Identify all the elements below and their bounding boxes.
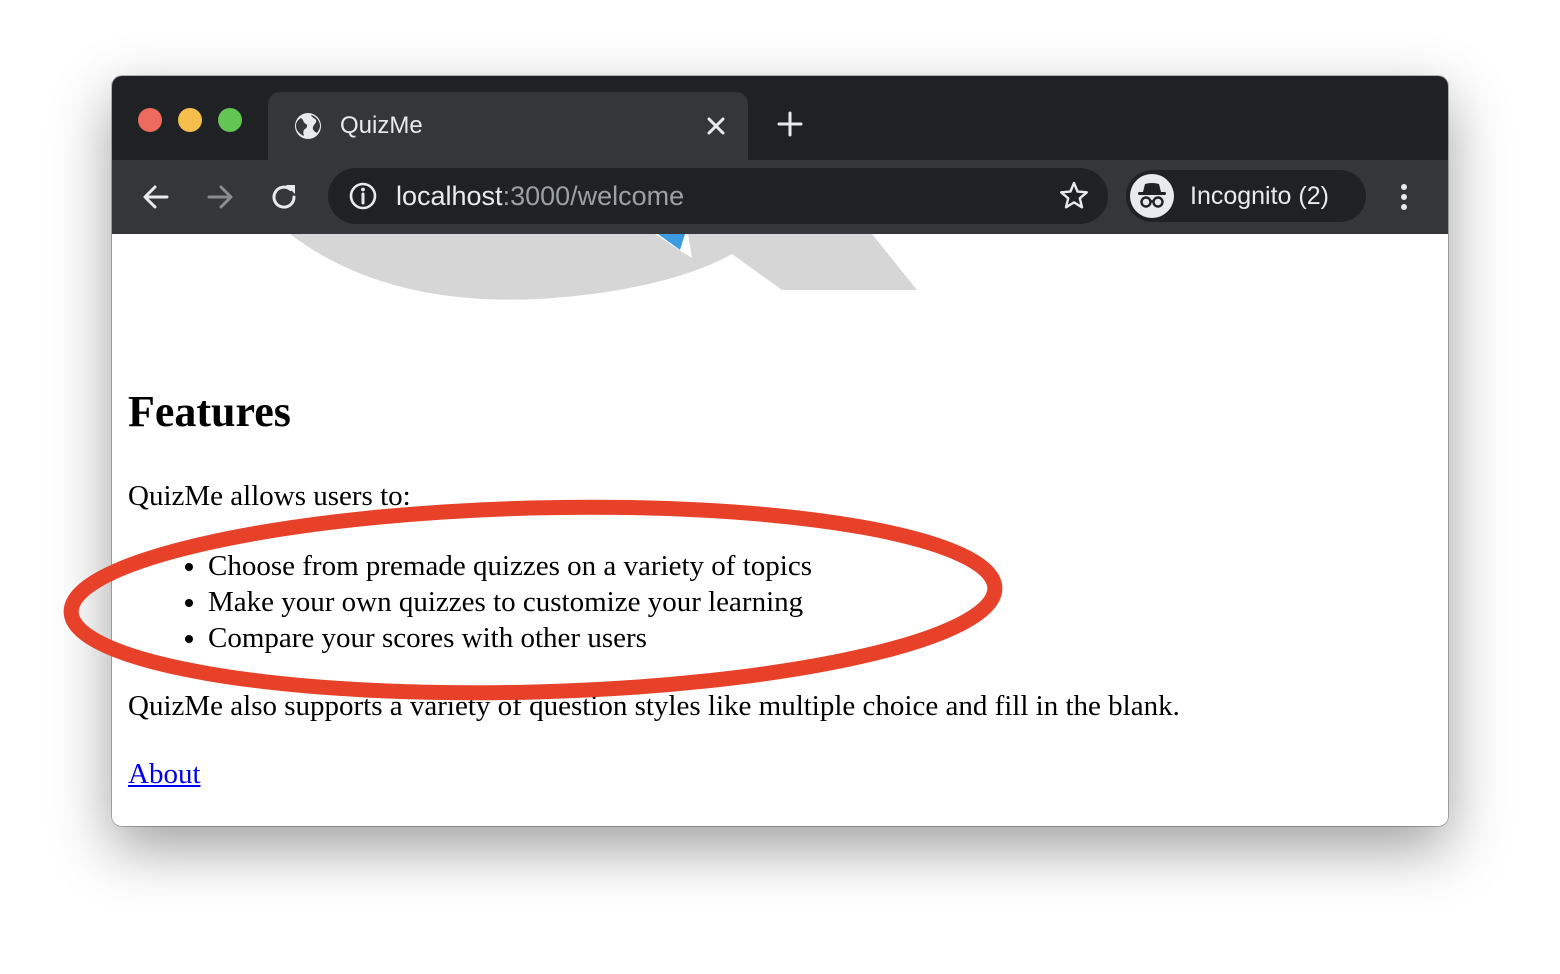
tab-title: QuizMe [340, 112, 423, 139]
support-text: QuizMe also supports a variety of questi… [128, 690, 1180, 722]
back-arrow-icon[interactable] [140, 181, 172, 213]
logo-image [290, 234, 917, 300]
screenshot-stage: QuizMe localhost:3000/welcome Incognito … [0, 0, 1560, 974]
features-list: Choose from premade quizzes on a variety… [128, 548, 812, 656]
tab-strip: QuizMe [112, 76, 1448, 160]
page-title: Features [128, 387, 291, 436]
url-text[interactable]: localhost:3000/welcome [396, 180, 684, 212]
star-icon[interactable] [1058, 180, 1090, 212]
reload-icon[interactable] [268, 181, 300, 213]
close-icon[interactable] [702, 112, 730, 140]
avatar [1130, 174, 1174, 218]
profile-button[interactable]: Incognito (2) [1126, 170, 1366, 222]
window-close-button[interactable] [138, 108, 162, 132]
address-bar[interactable]: localhost:3000/welcome [328, 168, 1108, 224]
window-minimize-button[interactable] [178, 108, 202, 132]
list-item: Compare your scores with other users [208, 620, 812, 656]
forward-arrow-icon[interactable] [204, 181, 236, 213]
toolbar: localhost:3000/welcome Incognito (2) [112, 160, 1448, 234]
browser-window: QuizMe localhost:3000/welcome Incognito … [112, 76, 1448, 826]
tab-quizme[interactable]: QuizMe [268, 92, 748, 160]
window-maximize-button[interactable] [218, 108, 242, 132]
url-host: localhost [396, 181, 503, 211]
more-vert-icon[interactable] [1392, 181, 1416, 213]
globe-icon [295, 113, 321, 139]
list-item: Choose from premade quizzes on a variety… [208, 548, 812, 584]
url-path: :3000/welcome [502, 181, 685, 211]
incognito-icon [1138, 183, 1166, 208]
profile-label: Incognito (2) [1190, 182, 1329, 210]
plus-icon[interactable] [776, 110, 804, 138]
list-item: Make your own quizzes to customize your … [208, 584, 812, 620]
page-content: Features QuizMe allows users to: Choose … [112, 234, 1448, 826]
about-link[interactable]: About [128, 756, 201, 792]
intro-text: QuizMe allows users to: [128, 480, 411, 512]
info-icon[interactable] [348, 181, 378, 211]
